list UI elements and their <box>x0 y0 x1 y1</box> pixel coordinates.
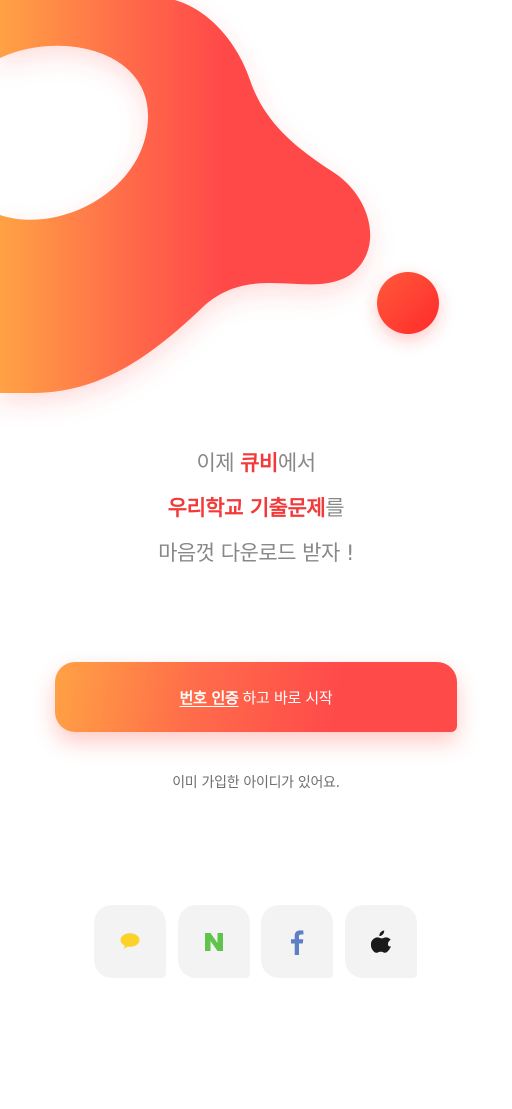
headline-line-3: 마음껏 다운로드 받자 ! <box>158 541 354 565</box>
headline-suffix: 에서 <box>277 451 316 475</box>
kakao-chat-icon <box>120 932 140 949</box>
brand-name: 큐비 <box>240 451 278 475</box>
apple-login-button[interactable] <box>345 905 417 978</box>
apple-icon <box>371 930 391 953</box>
headline-prefix: 이제 <box>196 451 241 475</box>
cta-underlined-label: 번호 인증 <box>179 688 239 707</box>
naver-login-button[interactable] <box>178 905 250 978</box>
facebook-f-icon <box>291 929 304 955</box>
cta-label: 하고 바로 시작 <box>242 688 333 707</box>
headline-line-2: 우리학교 기출문제를 <box>0 492 512 522</box>
existing-account-link[interactable]: 이미 가입한 아이디가 있어요. <box>0 772 512 792</box>
kakao-login-button[interactable] <box>94 905 166 978</box>
headline-highlight: 우리학교 기출문제 <box>167 496 326 520</box>
facebook-login-button[interactable] <box>261 905 333 978</box>
headline-particle: 를 <box>325 496 345 520</box>
headline-line-1: 이제 큐비에서 <box>0 447 512 477</box>
naver-n-icon <box>205 932 223 951</box>
hero-blob-illustration <box>0 0 439 393</box>
phone-verify-start-button[interactable]: 번호 인증 하고 바로 시작 <box>55 662 457 732</box>
